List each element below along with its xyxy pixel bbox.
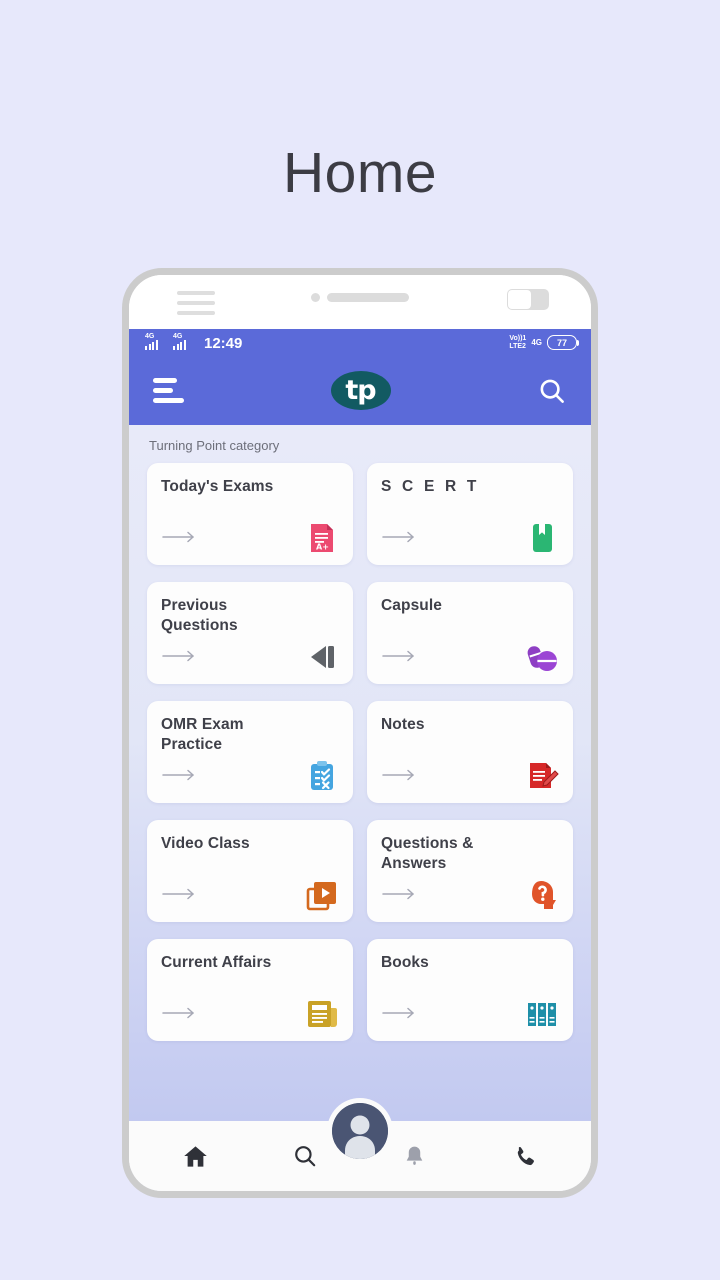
nav-item-call[interactable] <box>501 1133 547 1179</box>
card-title: Books <box>381 954 429 971</box>
nav-item-notifications[interactable] <box>392 1133 438 1179</box>
phone-mockup-frame: 4G 4G 12:49 Vo))1 LTE2 4G 77 tp Turning … <box>122 268 598 1198</box>
card-title: Questions & Answers <box>381 835 474 872</box>
bookmark-book-icon <box>533 524 552 552</box>
card-title: OMR Exam Practice <box>161 716 244 753</box>
category-card-books[interactable]: Books <box>367 939 573 1041</box>
category-card-scert[interactable]: S C E R T <box>367 463 573 565</box>
app-header: tp <box>129 356 591 425</box>
status-bar-left: 4G 4G 12:49 <box>145 333 243 352</box>
category-card-questions-answers[interactable]: Questions & Answers <box>367 820 573 922</box>
capsule-pills-icon <box>527 646 557 671</box>
phone-call-icon <box>517 1146 534 1165</box>
phone-screen: 4G 4G 12:49 Vo))1 LTE2 4G 77 tp Turning … <box>129 329 591 1191</box>
card-title: Previous Questions <box>161 597 238 634</box>
bottom-navigation-bar <box>129 1103 591 1191</box>
nav-item-search[interactable] <box>282 1133 328 1179</box>
section-label: Turning Point category <box>149 438 280 453</box>
arrow-right-icon <box>162 769 194 781</box>
category-card-omr-exam-practice[interactable]: OMR Exam Practice <box>147 701 353 803</box>
card-title: Current Affairs <box>161 954 272 971</box>
exam-paper-icon: A+ <box>311 524 333 552</box>
arrow-right-icon <box>382 531 414 543</box>
card-title: Video Class <box>161 835 250 852</box>
main-content: Turning Point category Today's Exams A+ … <box>129 425 591 1121</box>
status-bar-clock: 12:49 <box>204 335 243 352</box>
status-bar-right: Vo))1 LTE2 4G 77 <box>509 335 579 351</box>
volte-line-2: LTE2 <box>509 342 526 350</box>
arrow-right-icon <box>382 888 414 900</box>
arrow-right-icon <box>162 650 194 662</box>
category-card-current-affairs[interactable]: Current Affairs <box>147 939 353 1041</box>
device-bezel <box>129 275 591 329</box>
volte-indicator: Vo))1 LTE2 <box>509 335 526 351</box>
profile-avatar-icon <box>332 1103 388 1159</box>
arrow-right-icon <box>382 769 414 781</box>
card-title: Capsule <box>381 597 442 614</box>
bezel-menu-icon <box>177 291 215 315</box>
page-title: Home <box>282 141 438 205</box>
card-title: Notes <box>381 716 425 733</box>
category-card-todays-exams[interactable]: Today's Exams A+ <box>147 463 353 565</box>
card-title: Today's Exams <box>161 478 274 495</box>
notepad-pencil-icon <box>530 763 559 788</box>
volte-line-1: Vo))1 <box>509 334 527 342</box>
video-player-icon <box>306 882 336 911</box>
category-card-notes[interactable]: Notes <box>367 701 573 803</box>
network-type-label: 4G <box>531 338 542 347</box>
arrow-right-icon <box>382 1007 414 1019</box>
nav-item-profile[interactable] <box>332 1103 388 1159</box>
camera-dot-icon <box>311 293 320 302</box>
category-grid: Today's Exams A+ S C E R T Previous Ques… <box>147 463 573 1041</box>
bell-notification-icon <box>406 1146 423 1165</box>
toggle-switch-icon <box>507 289 549 310</box>
sim1-network-label: 4G <box>145 333 155 340</box>
signal-icon-sim1: 4G <box>145 333 168 351</box>
nav-item-home[interactable] <box>173 1133 219 1179</box>
card-title: S C E R T <box>381 478 480 495</box>
bezel-sensors <box>311 293 409 302</box>
speaker-grille-icon <box>327 293 409 302</box>
home-icon <box>184 1145 207 1167</box>
battery-level-label: 77 <box>556 337 567 348</box>
arrow-right-icon <box>162 531 194 543</box>
arrow-right-icon <box>162 1007 194 1019</box>
newspaper-icon <box>308 1001 337 1027</box>
svg-text:A+: A+ <box>316 543 329 552</box>
arrow-right-icon <box>382 650 414 662</box>
arrow-right-icon <box>162 888 194 900</box>
category-card-previous-questions[interactable]: Previous Questions <box>147 582 353 684</box>
clipboard-checklist-icon <box>311 761 333 790</box>
app-logo: tp <box>330 371 391 410</box>
status-bar: 4G 4G 12:49 Vo))1 LTE2 4G 77 <box>129 329 591 356</box>
category-card-video-class[interactable]: Video Class <box>147 820 353 922</box>
rewind-back-icon <box>311 646 334 668</box>
search-icon[interactable] <box>537 376 567 406</box>
sim2-network-label: 4G <box>173 333 183 340</box>
category-card-capsule[interactable]: Capsule <box>367 582 573 684</box>
battery-icon: 77 <box>547 335 579 350</box>
search-icon <box>295 1146 316 1167</box>
head-question-icon <box>532 881 556 909</box>
books-shelf-icon <box>528 1003 556 1026</box>
signal-icon-sim2: 4G <box>173 333 196 351</box>
hamburger-menu-icon[interactable] <box>153 378 184 403</box>
page-root: Home 4G 4G 12:49 Vo))1 LTE2 4G 77 tp Tur… <box>0 0 720 1280</box>
